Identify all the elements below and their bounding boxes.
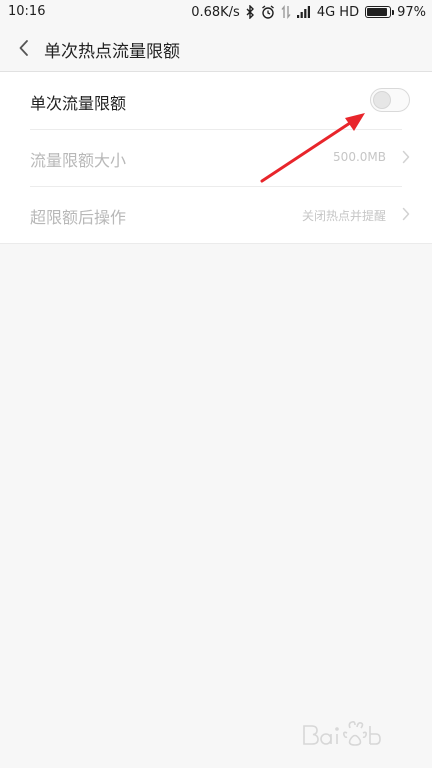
data-transfer-icon bbox=[281, 5, 291, 19]
status-bar: 10:16 0.68K/s 4G HD 97% bbox=[0, 0, 432, 24]
settings-list: 单次流量限额 流量限额大小 500.0MB 超限额后操作 关闭热点并提醒 bbox=[0, 72, 432, 244]
limit-toggle-switch[interactable] bbox=[370, 88, 410, 112]
network-type: 4G HD bbox=[316, 4, 360, 20]
setting-value: 关闭热点并提醒 bbox=[301, 209, 386, 223]
net-speed: 0.68K/s bbox=[191, 4, 240, 20]
battery-icon bbox=[365, 6, 395, 18]
chevron-right-icon bbox=[402, 150, 410, 164]
setting-label: 超限额后操作 bbox=[30, 208, 127, 227]
setting-label: 单次流量限额 bbox=[30, 94, 127, 113]
battery-percent: 97% bbox=[397, 4, 426, 20]
page-title: 单次热点流量限额 bbox=[44, 42, 180, 62]
setting-row-over-limit-action[interactable]: 超限额后操作 关闭热点并提醒 bbox=[0, 186, 432, 243]
toggle-knob bbox=[373, 91, 391, 109]
page-header: 单次热点流量限额 bbox=[0, 24, 432, 72]
setting-label: 流量限额大小 bbox=[30, 151, 127, 170]
watermark-logo bbox=[303, 721, 381, 746]
alarm-icon bbox=[261, 5, 275, 19]
setting-row-limit-size[interactable]: 流量限额大小 500.0MB bbox=[0, 129, 432, 186]
back-button[interactable] bbox=[10, 34, 38, 62]
back-arrow-icon bbox=[19, 40, 28, 56]
chevron-right-icon bbox=[402, 207, 410, 221]
setting-value: 500.0MB bbox=[333, 150, 386, 164]
setting-row-limit-toggle[interactable]: 单次流量限额 bbox=[0, 72, 432, 129]
status-time: 10:16 bbox=[8, 4, 46, 19]
status-icons: 0.68K/s 4G HD 97% bbox=[191, 3, 426, 21]
bluetooth-icon bbox=[246, 5, 255, 19]
signal-icon bbox=[296, 6, 311, 18]
